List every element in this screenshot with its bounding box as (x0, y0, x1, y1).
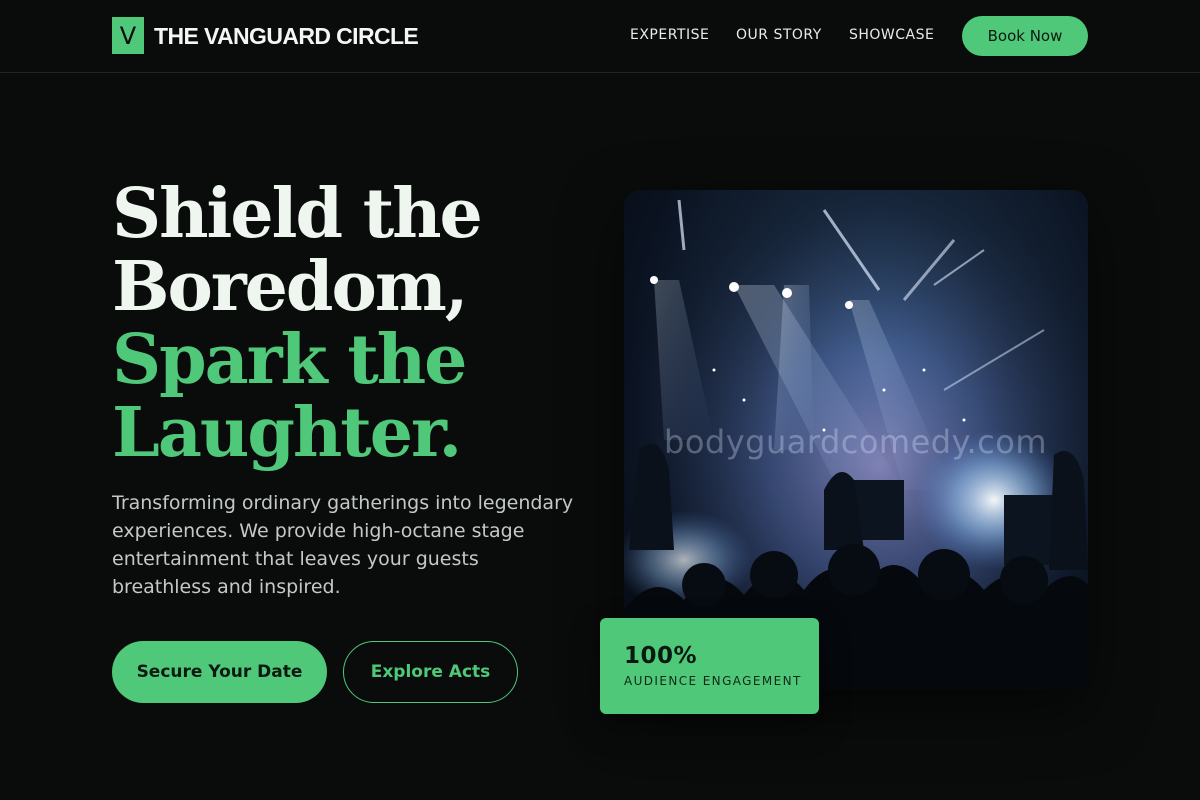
stat-value: 100% (624, 643, 698, 669)
nav-link-expertise[interactable]: EXPERTISE (630, 25, 709, 45)
hero-title-line-1: Shield the (112, 174, 483, 254)
logo-mark[interactable]: V (112, 17, 144, 54)
hero-title: Shield the Boredom, Spark the Laughter. (112, 178, 592, 470)
hero-title-line-3: Spark the (112, 320, 467, 400)
brand-name[interactable]: THE VANGUARD CIRCLE (154, 20, 419, 52)
explore-acts-button[interactable]: Explore Acts (343, 641, 518, 703)
nav-link-showcase[interactable]: SHOWCASE (849, 25, 934, 45)
book-now-button[interactable]: Book Now (962, 16, 1088, 56)
hero-title-line-4: Laughter. (112, 393, 462, 473)
engagement-stat-card: 100% AUDIENCE ENGAGEMENT (600, 618, 819, 714)
photo-watermark: bodyguardcomedy.com (664, 423, 1047, 461)
hero-description: Transforming ordinary gatherings into le… (112, 492, 574, 598)
concert-photo: bodyguardcomedy.com (624, 190, 1088, 690)
secure-your-date-button[interactable]: Secure Your Date (112, 641, 327, 703)
top-navbar: V THE VANGUARD CIRCLE EXPERTISE OUR STOR… (0, 0, 1200, 73)
hero-title-line-2: Boredom, (112, 247, 468, 327)
stat-label: AUDIENCE ENGAGEMENT (624, 674, 802, 688)
nav-link-our-story[interactable]: OUR STORY (736, 25, 822, 45)
